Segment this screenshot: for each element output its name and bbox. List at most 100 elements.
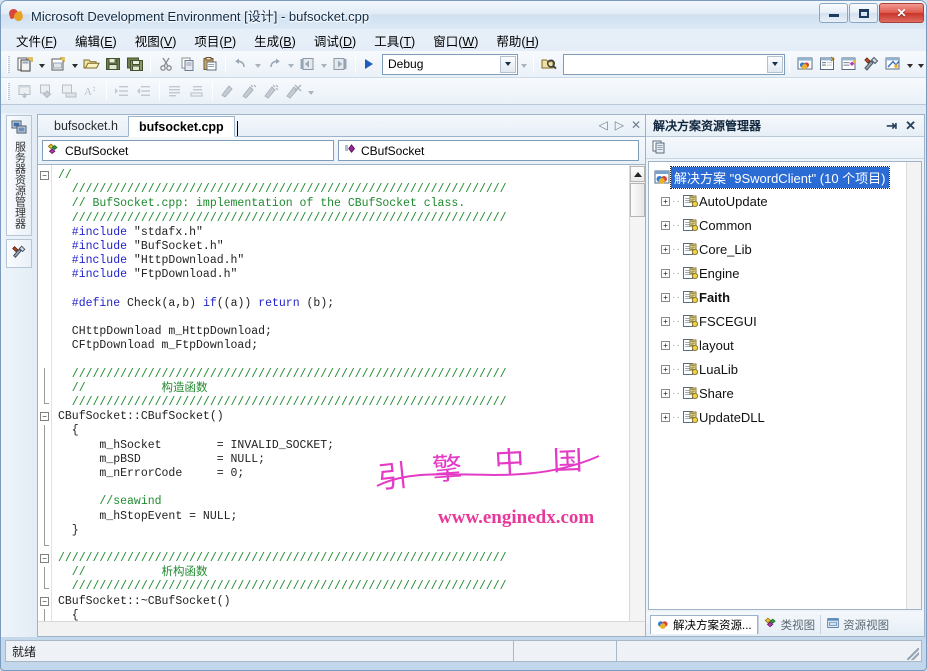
cut-icon[interactable] bbox=[155, 53, 177, 75]
comment-icon[interactable] bbox=[164, 80, 186, 102]
document-tab-bufsocket-cpp[interactable]: bufsocket.cpp bbox=[127, 116, 235, 137]
tree-expand-icon[interactable]: + bbox=[661, 388, 670, 398]
minimize-button[interactable] bbox=[819, 3, 848, 23]
bookmark-prev-icon[interactable] bbox=[261, 80, 283, 102]
scroll-up-button[interactable] bbox=[630, 166, 645, 182]
tree-item[interactable]: + ·· Share bbox=[649, 381, 921, 405]
chevron-down-icon[interactable] bbox=[500, 55, 516, 73]
outdent-icon[interactable] bbox=[133, 80, 155, 102]
fold-toggle-icon[interactable]: − bbox=[40, 597, 49, 606]
fold-toggle-icon[interactable]: − bbox=[40, 412, 49, 422]
tree-expand-icon[interactable]: + bbox=[661, 316, 670, 326]
menu-item-window[interactable]: 窗口(W) bbox=[424, 29, 487, 52]
bookmark-toggle-icon[interactable] bbox=[217, 80, 239, 102]
tree-item[interactable]: 解决方案 "9SwordClient" (10 个项目) bbox=[649, 165, 921, 189]
configuration-combo[interactable]: Debug bbox=[382, 53, 518, 75]
properties-window-icon[interactable] bbox=[816, 53, 838, 75]
code-content[interactable]: // /////////////////////////////////////… bbox=[52, 165, 629, 621]
tree-item[interactable]: + ·· Core_Lib bbox=[649, 237, 921, 261]
tree-item[interactable]: + ·· Engine bbox=[649, 261, 921, 285]
tab-resource-view[interactable]: 资源视图 bbox=[820, 615, 894, 634]
tab-next-icon[interactable]: ▷ bbox=[615, 118, 624, 132]
tree-expand-icon[interactable]: + bbox=[661, 412, 670, 422]
tree-expand-icon[interactable]: + bbox=[661, 244, 670, 254]
member-navigation-combo[interactable]: CBufSocket bbox=[338, 140, 639, 161]
new-item-icon[interactable] bbox=[47, 53, 69, 75]
save-icon[interactable] bbox=[102, 53, 124, 75]
find-combo[interactable] bbox=[563, 53, 785, 75]
tab-prev-icon[interactable]: ◁ bbox=[598, 118, 607, 132]
navigate-forward-icon[interactable] bbox=[329, 53, 351, 75]
configuration-more-icon[interactable] bbox=[518, 53, 529, 75]
menu-item-file[interactable]: 文件(F) bbox=[7, 29, 66, 52]
uncomment-icon[interactable] bbox=[186, 80, 208, 102]
fold-toggle-icon[interactable]: − bbox=[40, 554, 49, 564]
menu-item-build[interactable]: 生成(B) bbox=[245, 29, 305, 52]
menu-item-edit[interactable]: 编辑(E) bbox=[66, 29, 126, 52]
scroll-thumb[interactable] bbox=[630, 183, 645, 217]
start-debug-icon[interactable] bbox=[360, 53, 378, 75]
resize-grip[interactable] bbox=[907, 648, 919, 660]
navigate-back-icon[interactable] bbox=[296, 53, 318, 75]
new-project-icon[interactable] bbox=[14, 53, 36, 75]
scroll-track[interactable] bbox=[630, 217, 645, 622]
class-view-icon[interactable] bbox=[838, 53, 860, 75]
menu-item-view[interactable]: 视图(V) bbox=[126, 29, 186, 52]
maximize-button[interactable] bbox=[849, 3, 878, 23]
display-object-icon[interactable] bbox=[14, 80, 36, 102]
toolbox-icon[interactable] bbox=[860, 53, 882, 75]
menu-item-help[interactable]: 帮助(H) bbox=[487, 29, 547, 52]
tree-item[interactable]: + ·· Common bbox=[649, 213, 921, 237]
chevron-down-icon[interactable] bbox=[767, 55, 783, 73]
tree-item[interactable]: + ·· Faith bbox=[649, 285, 921, 309]
editor-horizontal-scrollbar[interactable] bbox=[38, 621, 645, 636]
paste-icon[interactable] bbox=[199, 53, 221, 75]
find-in-files-icon[interactable] bbox=[538, 53, 560, 75]
tree-item[interactable]: + ·· layout bbox=[649, 333, 921, 357]
menu-item-tools[interactable]: 工具(T) bbox=[365, 29, 424, 52]
tree-item[interactable]: + ·· FSCEGUI bbox=[649, 309, 921, 333]
tree-expand-icon[interactable]: + bbox=[661, 364, 670, 374]
display-objects-list-icon[interactable] bbox=[58, 80, 80, 102]
code-editor-pane[interactable]: − − − − // ////////////////////////////////… bbox=[38, 165, 645, 622]
toolbar-overflow-icon[interactable] bbox=[915, 53, 926, 75]
menu-item-debug[interactable]: 调试(D) bbox=[305, 29, 365, 52]
tab-solution-explorer[interactable]: 解决方案资源... bbox=[650, 615, 758, 634]
toolbar-grip[interactable] bbox=[7, 55, 10, 73]
tree-expand-icon[interactable]: + bbox=[661, 220, 670, 230]
code-fold-margin[interactable]: − − − − bbox=[38, 165, 52, 622]
editor-vertical-scrollbar[interactable] bbox=[629, 165, 645, 622]
font-icon[interactable]: A ↕ bbox=[80, 80, 102, 102]
other-windows-dropdown-icon[interactable] bbox=[904, 53, 915, 75]
new-item-dropdown-icon[interactable] bbox=[69, 53, 80, 75]
tree-item[interactable]: + ·· LuaLib bbox=[649, 357, 921, 381]
tab-close-icon[interactable]: ✕ bbox=[631, 118, 641, 132]
open-file-icon[interactable] bbox=[80, 53, 102, 75]
show-all-files-icon[interactable] bbox=[651, 138, 668, 158]
copy-icon[interactable] bbox=[177, 53, 199, 75]
document-tab-bufsocket-h[interactable]: bufsocket.h bbox=[44, 115, 128, 136]
other-windows-icon[interactable] bbox=[882, 53, 904, 75]
bookmark-clear-icon[interactable] bbox=[283, 80, 305, 102]
tree-item[interactable]: + ·· UpdateDLL bbox=[649, 405, 921, 429]
new-project-dropdown-icon[interactable] bbox=[36, 53, 47, 75]
navigate-back-dropdown-icon[interactable] bbox=[318, 53, 329, 75]
solution-tree-scrollbar[interactable] bbox=[906, 162, 921, 609]
pin-icon[interactable]: ⇥ bbox=[882, 118, 901, 134]
bookmark-next-icon[interactable] bbox=[239, 80, 261, 102]
class-navigation-combo[interactable]: CBufSocket bbox=[42, 140, 334, 161]
solution-explorer-icon[interactable] bbox=[794, 53, 816, 75]
tree-expand-icon[interactable]: + bbox=[661, 340, 670, 350]
close-icon[interactable]: ✕ bbox=[901, 118, 920, 134]
save-all-icon[interactable] bbox=[124, 53, 146, 75]
tree-expand-icon[interactable]: + bbox=[661, 196, 670, 206]
fold-toggle-icon[interactable]: − bbox=[40, 171, 49, 180]
indent-icon[interactable] bbox=[111, 80, 133, 102]
undo-dropdown-icon[interactable] bbox=[252, 53, 263, 75]
display-members-icon[interactable] bbox=[36, 80, 58, 102]
menu-item-project[interactable]: 项目(P) bbox=[185, 29, 245, 52]
close-button[interactable]: ✕ bbox=[879, 3, 924, 23]
redo-dropdown-icon[interactable] bbox=[285, 53, 296, 75]
undo-icon[interactable] bbox=[230, 53, 252, 75]
tab-class-view[interactable]: 类视图 bbox=[757, 615, 821, 634]
